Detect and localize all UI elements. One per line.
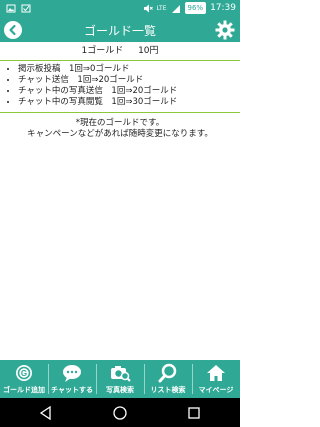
signal-icon bbox=[171, 4, 180, 13]
list-item: 掲示板投稿 1回⇒0ゴールド bbox=[18, 64, 244, 75]
list-item: チャット中の写真閲覧 1回⇒30ゴールド bbox=[18, 97, 244, 108]
recents-square-icon[interactable] bbox=[186, 405, 202, 421]
list-item: チャット中の写真送信 1回⇒20ゴールド bbox=[18, 86, 244, 97]
nav-label: ゴールド追加 bbox=[3, 386, 45, 394]
nav-label: リスト検索 bbox=[150, 386, 186, 394]
svg-text:G: G bbox=[21, 369, 27, 378]
list-item: チャット送信 1回⇒20ゴールド bbox=[18, 75, 244, 86]
notice-text: *現在のゴールドです。 キャンペーンなどがあれば随時変更になります。 bbox=[0, 118, 240, 140]
image-notification-icon bbox=[6, 4, 16, 13]
home-icon bbox=[207, 365, 225, 381]
camera-search-icon bbox=[111, 366, 131, 382]
notice-line-1: *現在のゴールドです。 bbox=[75, 118, 165, 128]
nav-list-search[interactable]: リスト検索 bbox=[144, 360, 192, 398]
nav-chat[interactable]: チャットする bbox=[48, 360, 96, 398]
gold-unit: 1ゴールド bbox=[81, 46, 124, 56]
gold-rate: 1ゴールド 10円 bbox=[0, 42, 240, 60]
chat-bubble-icon bbox=[63, 365, 81, 382]
page-title: ゴールド一覧 bbox=[83, 24, 156, 38]
app-header: ゴールド一覧 bbox=[0, 18, 240, 42]
gear-icon[interactable] bbox=[215, 20, 235, 40]
divider-top bbox=[0, 60, 240, 61]
nav-my-page[interactable]: マイページ bbox=[192, 360, 240, 398]
divider-bottom bbox=[0, 112, 240, 113]
notice-line-2: キャンペーンなどがあれば随時変更になります。 bbox=[27, 129, 213, 139]
gold-coin-icon: G bbox=[16, 365, 32, 381]
clock: 17:39 bbox=[210, 3, 236, 13]
status-bar: LTE 96% 17:39 bbox=[0, 0, 240, 18]
nav-label: マイページ bbox=[198, 386, 234, 394]
nav-label: チャットする bbox=[51, 386, 93, 394]
gold-cost-list: 掲示板投稿 1回⇒0ゴールド チャット送信 1回⇒20ゴールド チャット中の写真… bbox=[8, 64, 244, 108]
mute-icon bbox=[143, 4, 153, 12]
nav-photo-search[interactable]: 写真検索 bbox=[96, 360, 144, 398]
checkbox-notification-icon bbox=[21, 4, 31, 13]
nav-add-gold[interactable]: G ゴールド追加 bbox=[0, 360, 48, 398]
home-circle-icon[interactable] bbox=[112, 405, 128, 421]
battery-indicator: 96% bbox=[184, 2, 207, 14]
notification-icons bbox=[6, 3, 31, 14]
magnifier-icon bbox=[158, 363, 177, 383]
back-triangle-icon[interactable] bbox=[38, 405, 54, 421]
nav-label: 写真検索 bbox=[106, 386, 134, 394]
lte-indicator: LTE bbox=[156, 4, 167, 12]
bottom-nav: G ゴールド追加 チャットする 写真検索 リスト検索 マイページ bbox=[0, 360, 240, 398]
yen-value: 10円 bbox=[138, 46, 159, 56]
system-nav-bar bbox=[0, 398, 240, 427]
